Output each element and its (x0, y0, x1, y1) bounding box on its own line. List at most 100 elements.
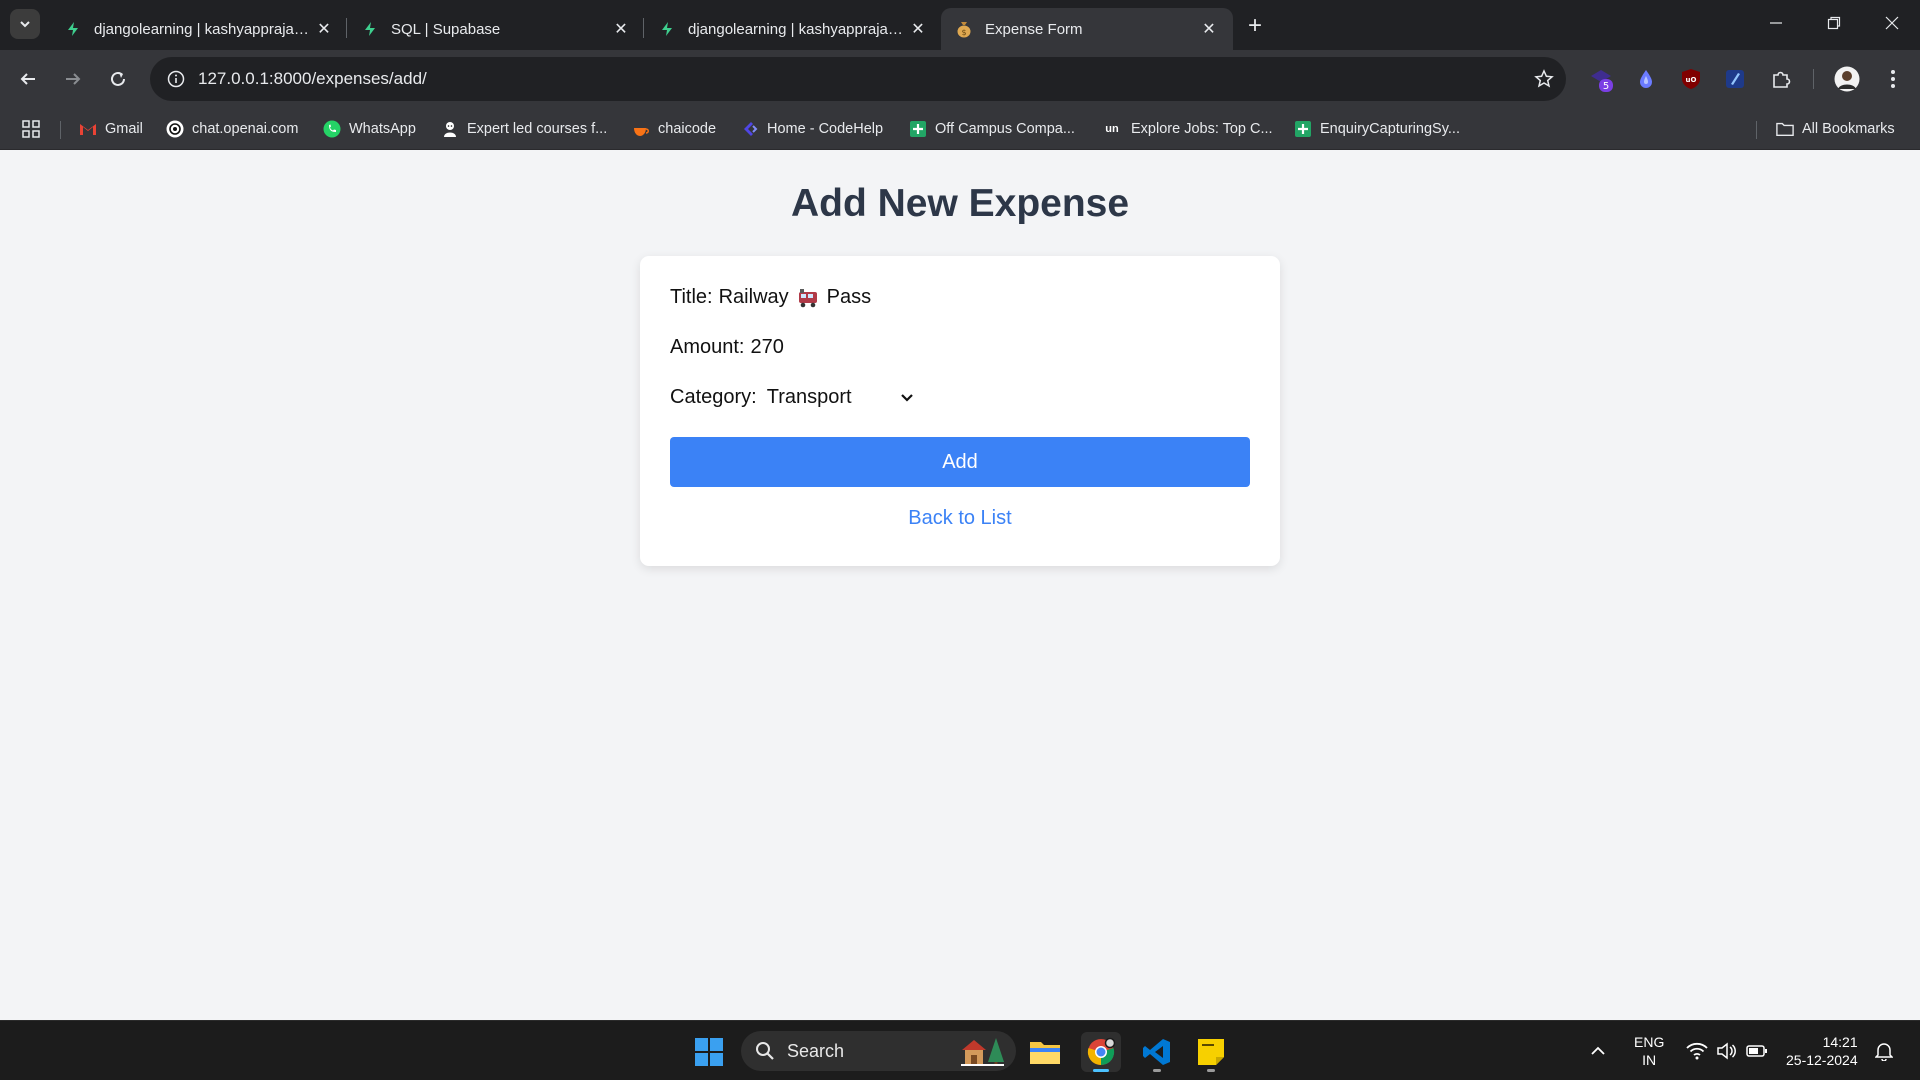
tab-search-button[interactable] (10, 9, 40, 39)
bookmark-codehelp[interactable]: Home - CodeHelp (741, 117, 883, 141)
folder-icon (1776, 120, 1794, 138)
category-selected-value: Transport (766, 386, 852, 408)
volume-icon[interactable] (1716, 1021, 1736, 1080)
site-info-icon[interactable] (154, 70, 198, 88)
close-icon[interactable]: ✕ (314, 19, 334, 39)
bookmarks-bar: Gmail chat.openai.com WhatsApp Expert le… (0, 108, 1920, 150)
avatar[interactable] (1832, 64, 1862, 94)
category-select[interactable]: Transport (767, 386, 914, 409)
chaicode-icon (632, 120, 650, 138)
category-label: Category: (670, 386, 757, 408)
tab-title: SQL | Supabase (391, 20, 501, 38)
url-text[interactable]: 127.0.0.1:8000/expenses/add/ (198, 69, 1522, 89)
ublock-icon[interactable]: uO (1676, 64, 1706, 94)
extension-badge-icon[interactable]: 5 (1587, 64, 1617, 94)
amount-field[interactable]: Amount: 270 (670, 336, 784, 359)
drop-extension-icon[interactable] (1631, 64, 1661, 94)
tab-title: djangolearning | kashyapprajapat (94, 20, 314, 38)
minimize-button[interactable] (1754, 8, 1798, 38)
arrow-left-icon (20, 73, 35, 85)
title-field[interactable]: Title: Railway Pass (670, 286, 871, 309)
active-indicator (1093, 1069, 1109, 1072)
browser-menu-icon[interactable] (1878, 64, 1908, 94)
codehelp-icon (741, 120, 759, 138)
holiday-house-icon (961, 1038, 1004, 1066)
all-bookmarks-label: All Bookmarks (1802, 121, 1895, 137)
bookmark-offcampus[interactable]: Off Campus Compa... (909, 117, 1075, 141)
new-tab-button[interactable]: + (1241, 12, 1269, 40)
page-title: Add New Expense (790, 182, 1130, 225)
bookmark-label: Expert led courses f... (467, 121, 608, 137)
bookmarks-divider (60, 121, 61, 139)
browser-toolbar: 127.0.0.1:8000/expenses/add/ 5 uO (0, 50, 1920, 108)
bookmark-gmail[interactable]: Gmail (79, 117, 143, 141)
restore-button[interactable] (1812, 8, 1856, 38)
address-bar[interactable]: 127.0.0.1:8000/expenses/add/ (150, 57, 1566, 101)
close-icon (1885, 16, 1899, 30)
tab-expense-form[interactable]: $ Expense Form ✕ (941, 8, 1233, 50)
all-bookmarks-button[interactable]: All Bookmarks (1776, 117, 1895, 141)
apps-icon[interactable] (22, 117, 40, 141)
puzzle-extensions-icon[interactable] (1766, 64, 1796, 94)
course-icon (441, 120, 459, 138)
bookmark-chatgpt[interactable]: chat.openai.com (166, 117, 298, 141)
restore-icon (1827, 16, 1841, 30)
taskbar-search-label: Search (787, 1040, 845, 1061)
bookmark-unstop[interactable]: un Explore Jobs: Top C... (1101, 117, 1273, 141)
bookmark-label: chaicode (658, 121, 717, 137)
bookmark-label: Gmail (105, 121, 143, 137)
close-icon[interactable]: ✕ (1199, 19, 1219, 39)
reload-button[interactable] (101, 62, 135, 96)
bookmark-courses[interactable]: Expert led courses f... (441, 117, 607, 141)
tab-sql-supabase[interactable]: SQL | Supabase ✕ (347, 8, 645, 50)
svg-text:uO: uO (1686, 76, 1697, 84)
chrome-taskbar-icon[interactable] (1081, 1032, 1121, 1072)
whatsapp-icon (323, 120, 341, 138)
add-button[interactable]: Add (670, 437, 1250, 487)
wifi-icon[interactable] (1686, 1021, 1708, 1080)
bookmark-label: Home - CodeHelp (767, 121, 884, 137)
chevron-down-icon (20, 21, 30, 28)
sticky-notes-icon[interactable] (1191, 1032, 1231, 1072)
tray-overflow-icon[interactable] (1590, 1021, 1606, 1080)
close-icon[interactable]: ✕ (611, 19, 631, 39)
vscode-icon[interactable] (1137, 1032, 1177, 1072)
close-window-button[interactable] (1870, 8, 1914, 38)
title-label: Title: (670, 286, 713, 308)
amount-value: 270 (750, 336, 784, 358)
bookmark-label: Explore Jobs: Top C... (1131, 121, 1273, 137)
back-button[interactable] (11, 62, 45, 96)
pen-extension-icon[interactable] (1720, 64, 1750, 94)
clock-time: 14:21 (1822, 1034, 1858, 1050)
money-bag-icon: $ (955, 20, 973, 38)
clock[interactable]: 14:21 25-12-2024 (1786, 1021, 1858, 1080)
bookmark-whatsapp[interactable]: WhatsApp (323, 117, 416, 141)
amount-label: Amount: (670, 336, 745, 358)
tab-djangolearning-1[interactable]: djangolearning | kashyapprajapat ✕ (50, 8, 348, 50)
tab-djangolearning-2[interactable]: djangolearning | kashyapprajapat ✕ (644, 8, 942, 50)
toolbar-divider (1813, 69, 1814, 89)
page-content: Add New Expense Title: Railway Pass Amou… (0, 151, 1920, 1020)
language-indicator[interactable]: ENG IN (1634, 1021, 1664, 1080)
bookmarks-divider (1756, 121, 1757, 139)
sheets-icon (1294, 120, 1312, 138)
supabase-icon (658, 20, 676, 38)
bookmark-label: Off Campus Compa... (935, 121, 1075, 137)
forward-button[interactable] (56, 62, 90, 96)
supabase-icon (361, 20, 379, 38)
taskbar-search[interactable]: Search (741, 1031, 1016, 1071)
close-icon[interactable]: ✕ (908, 19, 928, 39)
battery-icon[interactable] (1746, 1021, 1768, 1080)
bookmark-enquiry[interactable]: EnquiryCapturingSy... (1294, 117, 1460, 141)
clock-date: 25-12-2024 (1786, 1052, 1858, 1068)
bookmark-star-icon[interactable] (1522, 69, 1566, 89)
tab-title: Expense Form (985, 20, 1083, 38)
tab-title: djangolearning | kashyapprajapat (688, 20, 908, 38)
back-to-list-link[interactable]: Back to List (640, 507, 1280, 530)
bookmark-chaicode[interactable]: chaicode (632, 117, 716, 141)
notification-bell-icon[interactable] (1875, 1021, 1893, 1080)
supabase-icon (64, 20, 82, 38)
windows-start-icon[interactable] (689, 1032, 729, 1072)
file-explorer-icon[interactable] (1025, 1032, 1065, 1072)
sheets-icon (909, 120, 927, 138)
